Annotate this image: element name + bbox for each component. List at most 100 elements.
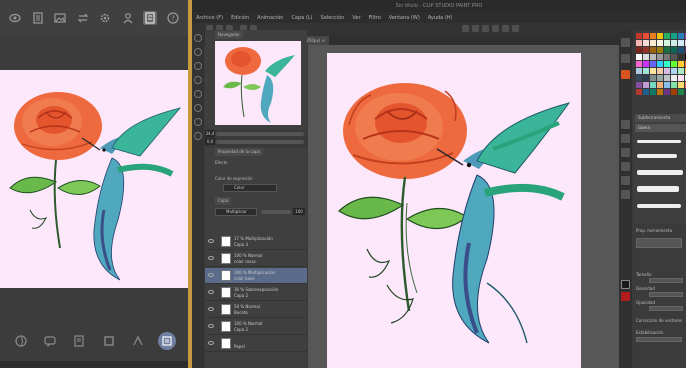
visibility-eye-icon[interactable]: [208, 290, 214, 294]
visibility-eye-icon[interactable]: [208, 256, 214, 260]
subtool-blend-icon[interactable]: [621, 162, 630, 171]
subtool-fill-icon[interactable]: [621, 176, 630, 185]
opacity-prop-slider[interactable]: [649, 306, 683, 311]
color-swatch[interactable]: [671, 75, 677, 81]
gallery-icon[interactable]: [53, 11, 67, 25]
color-swatch[interactable]: [657, 61, 663, 67]
background-color-icon[interactable]: [621, 292, 630, 301]
color-swatch[interactable]: [671, 47, 677, 53]
color-swatch[interactable]: [643, 54, 649, 60]
opacity-slider[interactable]: [261, 210, 291, 214]
color-swatch[interactable]: [657, 47, 663, 53]
menu-layer[interactable]: Capa (L): [291, 15, 312, 21]
lasso-icon[interactable]: [12, 332, 30, 350]
color-swatch[interactable]: [643, 68, 649, 74]
color-swatch[interactable]: [671, 33, 677, 39]
density-slider[interactable]: [649, 292, 683, 297]
color-swatch[interactable]: [636, 33, 642, 39]
grid-icon[interactable]: [492, 25, 499, 32]
chat-icon[interactable]: [41, 332, 59, 350]
visibility-eye-icon[interactable]: [208, 307, 214, 311]
color-wheel-icon[interactable]: [621, 38, 630, 47]
subtool-brush-icon[interactable]: [621, 134, 630, 143]
transform-icon[interactable]: [462, 25, 469, 32]
stabilization-slider[interactable]: [636, 337, 682, 342]
document-icon[interactable]: [31, 11, 45, 25]
brush-group-gama[interactable]: Gama: [635, 124, 686, 132]
color-swatch[interactable]: [678, 82, 684, 88]
subtool-pen-icon[interactable]: [621, 120, 630, 129]
menu-animation[interactable]: Animación: [257, 15, 283, 21]
brush-stroke-preview[interactable]: [637, 170, 683, 175]
color-swatch[interactable]: [650, 33, 656, 39]
color-swatch[interactable]: [664, 40, 670, 46]
brush-stroke-preview[interactable]: [637, 204, 681, 208]
layer-row[interactable]: 100 % Normal color rosas: [205, 251, 307, 267]
color-swatch[interactable]: [650, 89, 656, 95]
menu-edit[interactable]: Edición: [231, 15, 249, 21]
color-swatch[interactable]: [664, 68, 670, 74]
eraser-tool-icon[interactable]: [194, 118, 202, 126]
rotation-slider[interactable]: [216, 140, 304, 144]
color-swatch[interactable]: [636, 47, 642, 53]
color-swatch[interactable]: [671, 89, 677, 95]
rotation-value[interactable]: 0,0: [205, 138, 215, 145]
visibility-eye-icon[interactable]: [208, 239, 214, 243]
brush-stroke-preview[interactable]: [637, 186, 679, 192]
brush-stroke-preview[interactable]: [637, 154, 677, 158]
visibility-eye-icon[interactable]: [208, 273, 214, 277]
color-swatch[interactable]: [678, 89, 684, 95]
help-icon[interactable]: ?: [166, 11, 180, 25]
main-color-swatch[interactable]: [621, 70, 630, 79]
brush-stroke-preview[interactable]: [637, 140, 681, 143]
rotate-icon[interactable]: [482, 25, 489, 32]
color-swatch[interactable]: [664, 82, 670, 88]
swap-icon[interactable]: [76, 11, 90, 25]
color-swatch[interactable]: [650, 61, 656, 67]
color-swatch[interactable]: [636, 40, 642, 46]
navigator-preview[interactable]: [215, 41, 301, 125]
color-swatch[interactable]: [657, 54, 663, 60]
color-swatch[interactable]: [650, 47, 656, 53]
menu-window[interactable]: Ventana (W): [389, 15, 420, 21]
layer-row-selected[interactable]: 100 % Multiplicación color base: [205, 268, 307, 284]
color-swatch[interactable]: [657, 82, 663, 88]
layers-icon[interactable]: [158, 332, 177, 350]
zoom-tool-icon[interactable]: [194, 34, 202, 42]
layer-row[interactable]: 36 % Sobreexposición Capa 2: [205, 285, 307, 301]
color-swatch[interactable]: [671, 54, 677, 60]
select-tool-icon[interactable]: [194, 62, 202, 70]
menu-help[interactable]: Ayuda (H): [428, 15, 453, 21]
expression-color-dropdown[interactable]: Color: [223, 184, 277, 192]
color-swatch[interactable]: [671, 82, 677, 88]
foreground-color-icon[interactable]: [621, 280, 630, 289]
color-swatch[interactable]: [664, 61, 670, 67]
color-swatch[interactable]: [636, 68, 642, 74]
layer-tab[interactable]: Capa: [215, 197, 232, 205]
color-swatch[interactable]: [657, 89, 663, 95]
ruler-icon[interactable]: [502, 25, 509, 32]
properties-tab[interactable]: Propiedad de la capa: [215, 148, 264, 156]
subtool-airbrush-icon[interactable]: [621, 148, 630, 157]
color-swatch[interactable]: [636, 82, 642, 88]
color-swatch[interactable]: [678, 40, 684, 46]
menu-selection[interactable]: Selección: [321, 15, 345, 21]
navigator-tab[interactable]: Navegador: [215, 31, 243, 39]
person-icon[interactable]: [121, 11, 135, 25]
opacity-value[interactable]: 100: [293, 208, 305, 215]
color-swatch[interactable]: [671, 61, 677, 67]
pen-tool-icon[interactable]: [194, 90, 202, 98]
canvas-area[interactable]: [308, 45, 619, 368]
fill-tool-icon[interactable]: [194, 132, 202, 140]
color-swatch[interactable]: [643, 89, 649, 95]
brush-size-slider[interactable]: [649, 278, 683, 283]
color-swatch[interactable]: [636, 61, 642, 67]
color-swatch[interactable]: [650, 82, 656, 88]
color-slider-icon[interactable]: [621, 54, 630, 63]
notebook-icon[interactable]: [70, 332, 88, 350]
brush-tool-icon[interactable]: [194, 104, 202, 112]
color-swatch[interactable]: [664, 47, 670, 53]
color-swatch[interactable]: [664, 54, 670, 60]
square-icon[interactable]: [100, 332, 118, 350]
layer-row[interactable]: 100 % Normal Capa 2: [205, 319, 307, 335]
